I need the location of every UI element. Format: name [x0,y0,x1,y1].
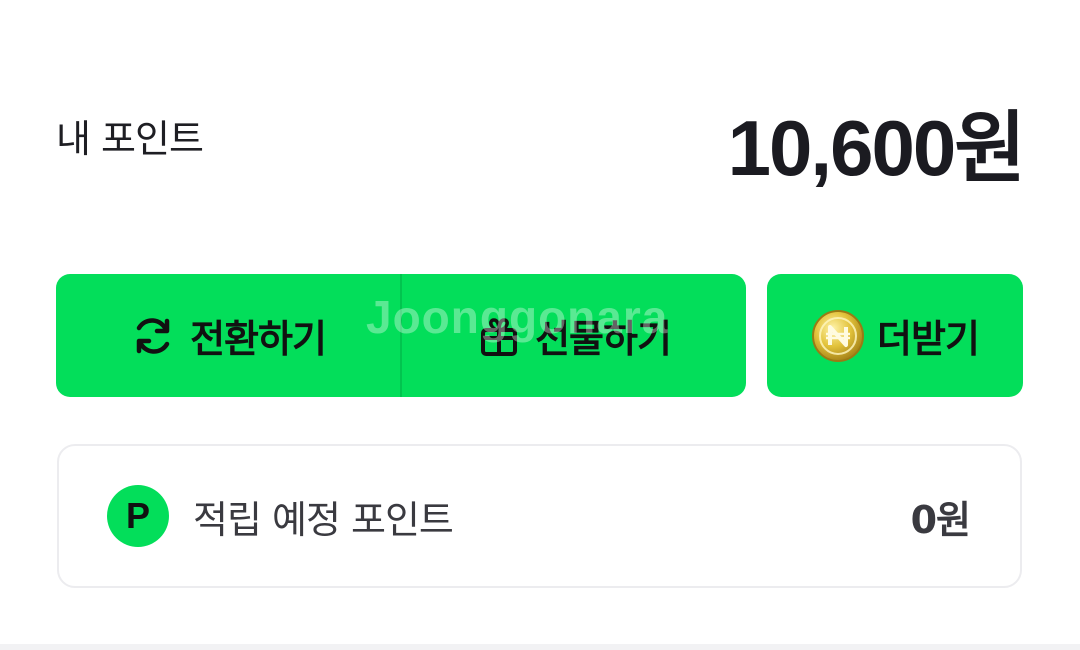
pending-points-value: 0원 [910,497,971,542]
refresh-icon [130,313,176,359]
bottom-divider [0,644,1080,650]
gift-label: 선물하기 [535,317,672,361]
gift-icon [477,314,521,358]
pending-points-card[interactable]: P 적립 예정 포인트 0원 [57,444,1022,588]
earn-more-label: 더받기 [877,317,980,361]
earn-more-button[interactable]: 더받기 [767,274,1023,397]
action-button-group: 전환하기 선물하기 [56,274,746,397]
page: 내 포인트 10,600원 전환하기 선물하기 더받기 Joonggonara … [0,0,1080,650]
points-badge-icon: P [107,485,169,547]
my-points-row: 내 포인트 10,600원 [56,92,1026,192]
my-points-label: 내 포인트 [56,116,204,161]
coin-icon [811,309,865,363]
convert-button[interactable]: 전환하기 [56,274,400,397]
convert-label: 전환하기 [190,317,327,361]
pending-points-label: 적립 예정 포인트 [193,497,454,542]
gift-button[interactable]: 선물하기 [402,274,746,397]
my-points-value: 10,600원 [727,104,1026,192]
